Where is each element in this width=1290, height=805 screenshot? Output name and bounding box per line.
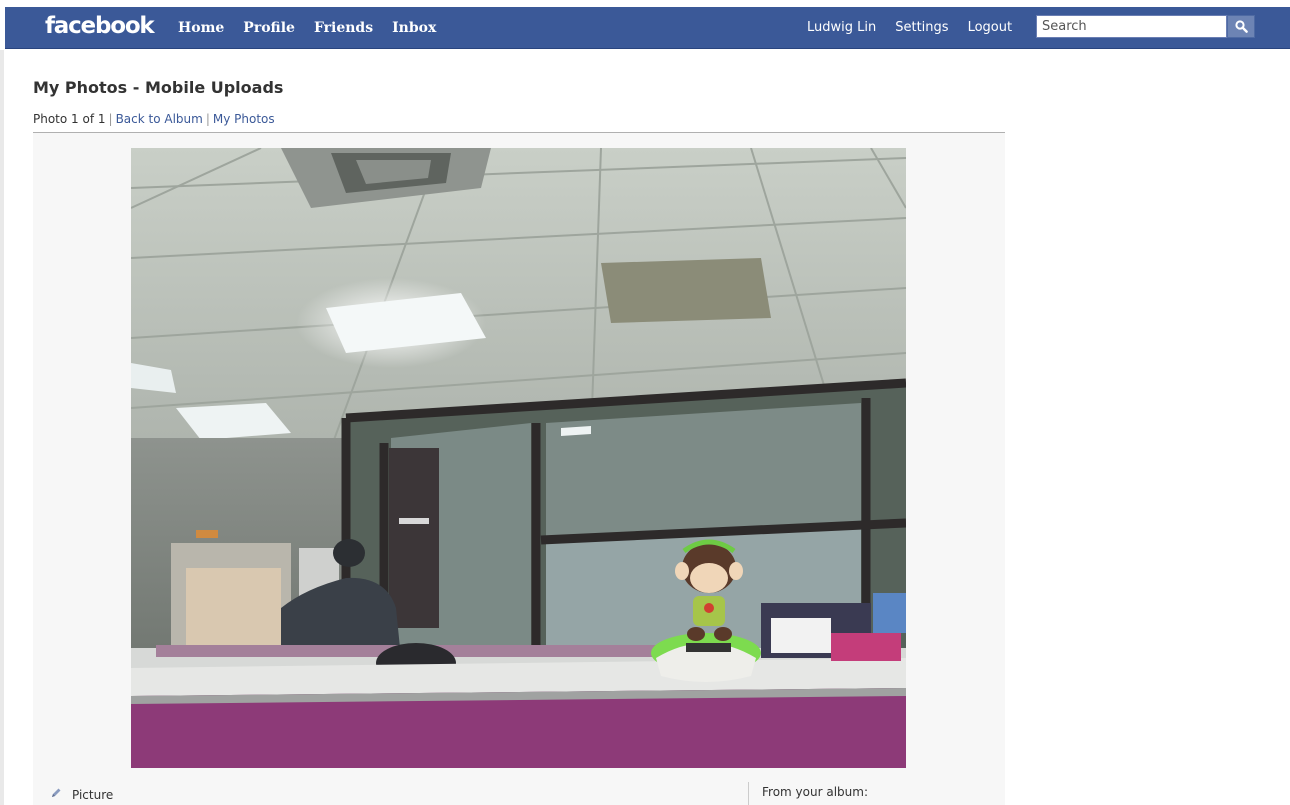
logout-link[interactable]: Logout: [968, 20, 1013, 35]
search-button[interactable]: [1227, 15, 1255, 38]
nav-friends[interactable]: Friends: [314, 20, 373, 36]
settings-link[interactable]: Settings: [895, 20, 948, 35]
office-photo-illustration: [131, 148, 906, 768]
nav-inbox[interactable]: Inbox: [392, 20, 436, 36]
pencil-icon[interactable]: [50, 787, 62, 802]
from-album-label: From your album:: [762, 785, 868, 799]
search-icon: [1234, 20, 1248, 33]
primary-nav: Home Profile Friends Inbox: [178, 7, 455, 48]
facebook-logo[interactable]: facebook: [45, 7, 155, 48]
photo-caption: Picture: [50, 787, 113, 802]
photo-image[interactable]: [131, 148, 906, 768]
column-divider: [748, 782, 749, 805]
blue-navigation-bar: facebook Home Profile Friends Inbox Ludw…: [5, 7, 1290, 49]
user-name-link[interactable]: Ludwig Lin: [807, 20, 876, 35]
my-photos-link[interactable]: My Photos: [213, 112, 275, 126]
left-edge-strip: [0, 50, 4, 805]
separator: |: [108, 112, 113, 126]
nav-home[interactable]: Home: [178, 20, 224, 36]
separator: |: [205, 112, 210, 126]
photo-breadcrumb: Photo 1 of 1 | Back to Album | My Photos: [33, 112, 275, 126]
back-to-album-link[interactable]: Back to Album: [116, 112, 203, 126]
search-input[interactable]: Search: [1036, 15, 1227, 38]
photo-count: Photo 1 of 1: [33, 112, 106, 126]
page-title: My Photos - Mobile Uploads: [33, 78, 284, 97]
nav-profile[interactable]: Profile: [243, 20, 295, 36]
caption-text[interactable]: Picture: [72, 788, 113, 802]
top-bar: facebook Home Profile Friends Inbox Ludw…: [0, 0, 1290, 50]
account-nav: Ludwig Lin Settings Logout: [807, 7, 1031, 48]
